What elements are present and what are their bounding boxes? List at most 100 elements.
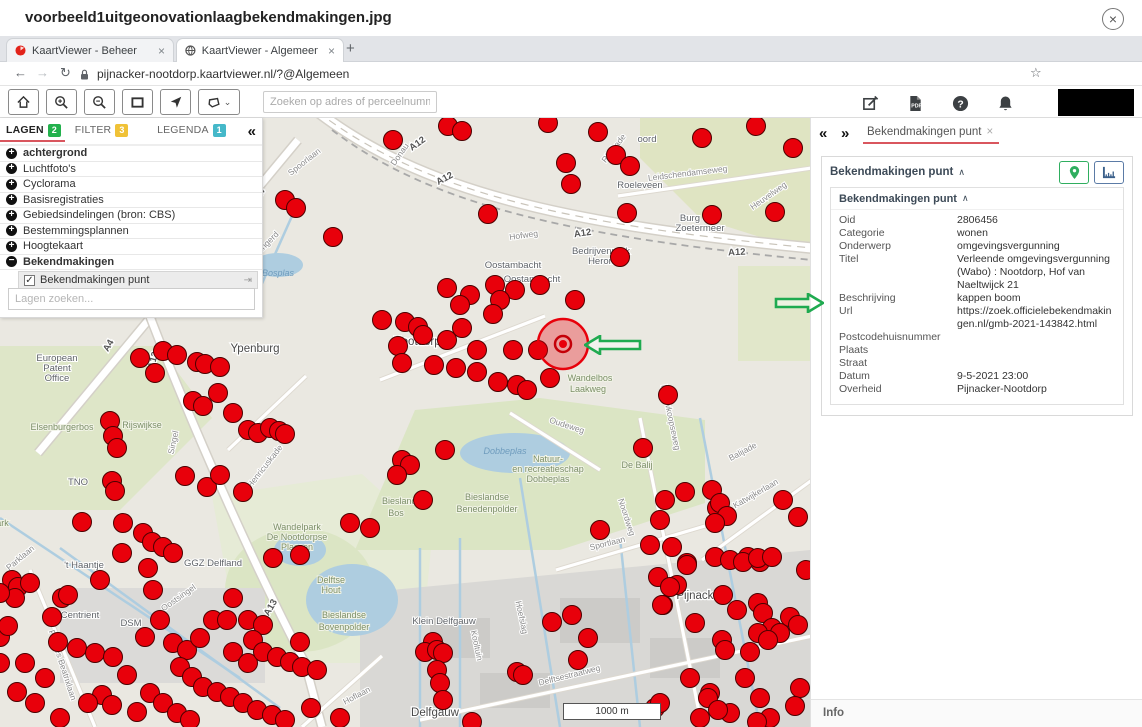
announcement-dot[interactable] (676, 483, 695, 502)
layer-group-row[interactable]: +Hoogtekaart (0, 239, 262, 255)
announcement-dot[interactable] (234, 483, 253, 502)
panel-collapse-left-icon[interactable]: « (819, 125, 827, 142)
help-button[interactable]: ? (948, 91, 972, 115)
announcement-dot[interactable] (774, 491, 793, 510)
announcement-dot[interactable] (106, 482, 125, 501)
announcement-dot[interactable] (504, 341, 523, 360)
announcement-dot[interactable] (194, 397, 213, 416)
announcement-dot[interactable] (447, 359, 466, 378)
redline-button[interactable] (858, 91, 882, 115)
announcement-dot[interactable] (618, 204, 637, 223)
sidebar-tab-filter[interactable]: FILTER3 (75, 124, 129, 139)
announcement-dot[interactable] (224, 589, 243, 608)
announcement-dot[interactable] (104, 648, 123, 667)
announcement-dot[interactable] (766, 203, 785, 222)
announcement-dot[interactable] (308, 661, 327, 680)
announcement-dot[interactable] (21, 574, 40, 593)
layer-group-row[interactable]: +Luchtfoto's (0, 162, 262, 178)
announcement-dot[interactable] (144, 581, 163, 600)
announcement-dot[interactable] (656, 491, 675, 510)
announcement-dot[interactable] (361, 519, 380, 538)
expand-icon[interactable]: + (6, 179, 17, 190)
announcement-dot[interactable] (681, 669, 700, 688)
announcement-dot[interactable] (468, 341, 487, 360)
announcement-dot[interactable] (211, 466, 230, 485)
announcement-dot[interactable] (453, 122, 472, 141)
sidebar-tab-legenda[interactable]: LEGENDA1 (157, 124, 226, 139)
announcement-dot[interactable] (716, 641, 735, 660)
announcement-dot[interactable] (168, 346, 187, 365)
announcement-dot[interactable] (341, 514, 360, 533)
forward-icon[interactable]: → (36, 65, 49, 80)
announcement-dot[interactable] (463, 713, 482, 727)
announcement-dot[interactable] (714, 586, 733, 605)
layer-group-row[interactable]: +achtergrond (0, 146, 262, 162)
announcement-dot[interactable] (276, 711, 295, 727)
announcement-dot[interactable] (59, 586, 78, 605)
announcement-dot[interactable] (191, 629, 210, 648)
expand-icon[interactable]: + (6, 225, 17, 236)
announcement-dot[interactable] (431, 674, 450, 693)
announcement-dot[interactable] (36, 669, 55, 688)
layer-group-row[interactable]: +Bestemmingsplannen (0, 224, 262, 240)
announcement-dot[interactable] (176, 467, 195, 486)
announcement-dot[interactable] (384, 131, 403, 150)
announcement-dot[interactable] (291, 633, 310, 652)
announcement-dot[interactable] (563, 606, 582, 625)
announcement-dot[interactable] (484, 305, 503, 324)
announcement-dot[interactable] (136, 628, 155, 647)
announcement-dot[interactable] (211, 358, 230, 377)
announcement-dot[interactable] (331, 709, 350, 727)
announcement-dot[interactable] (789, 616, 808, 635)
layer-search-input[interactable] (8, 288, 255, 310)
announcement-dot[interactable] (663, 538, 682, 557)
announcement-dot[interactable] (146, 364, 165, 383)
announcement-dot[interactable] (73, 513, 92, 532)
announcement-dot[interactable] (693, 129, 712, 148)
layer-group-row[interactable]: +Gebiedsindelingen (bron: CBS) (0, 208, 262, 224)
announcement-dot[interactable] (518, 381, 537, 400)
announcement-dot[interactable] (691, 709, 710, 727)
expand-icon[interactable]: + (6, 241, 17, 252)
panel-collapse-right-icon[interactable]: » (841, 125, 849, 142)
announcement-dot[interactable] (489, 373, 508, 392)
announcement-dot[interactable] (703, 206, 722, 225)
expand-icon[interactable]: + (6, 210, 17, 221)
layer-checkbox[interactable]: ✓ (24, 275, 35, 286)
announcement-dot[interactable] (728, 601, 747, 620)
announcement-dot[interactable] (611, 248, 630, 267)
announcement-dot[interactable] (678, 556, 697, 575)
collapse-icon[interactable]: − (6, 256, 17, 267)
announcement-dot[interactable] (589, 123, 608, 142)
zoom-out-button[interactable] (84, 89, 115, 115)
layer-group-row[interactable]: −Bekendmakingen (0, 255, 262, 271)
announcement-dot[interactable] (634, 439, 653, 458)
announcement-dot[interactable] (224, 404, 243, 423)
zoom-extent-button[interactable] (122, 89, 153, 115)
announcement-dot[interactable] (26, 694, 45, 713)
announcement-dot[interactable] (653, 596, 672, 615)
announcement-dot[interactable] (151, 611, 170, 630)
announcement-dot[interactable] (436, 441, 455, 460)
announcement-dot[interactable] (751, 689, 770, 708)
feature-card-header[interactable]: Bekendmakingen punt ∧ (831, 188, 1123, 210)
announcement-dot[interactable] (414, 491, 433, 510)
announcement-dot[interactable] (425, 356, 444, 375)
announcement-dot[interactable] (621, 157, 640, 176)
announcement-dot[interactable] (86, 644, 105, 663)
locate-button[interactable] (160, 89, 191, 115)
announcement-dot[interactable] (453, 319, 472, 338)
announcement-dot[interactable] (706, 514, 725, 533)
sidebar-tab-lagen[interactable]: LAGEN2 (6, 124, 61, 139)
announcement-dot[interactable] (113, 544, 132, 563)
announcement-dot[interactable] (566, 291, 585, 310)
announcement-dot[interactable] (49, 633, 68, 652)
back-icon[interactable]: ← (14, 65, 27, 80)
announcement-dot[interactable] (709, 701, 728, 720)
announcement-dot[interactable] (302, 699, 321, 718)
announcement-dot[interactable] (539, 118, 558, 133)
announcement-dot[interactable] (164, 544, 183, 563)
announcement-dot[interactable] (741, 643, 760, 662)
expand-icon[interactable]: + (6, 148, 17, 159)
announcement-dot[interactable] (468, 363, 487, 382)
